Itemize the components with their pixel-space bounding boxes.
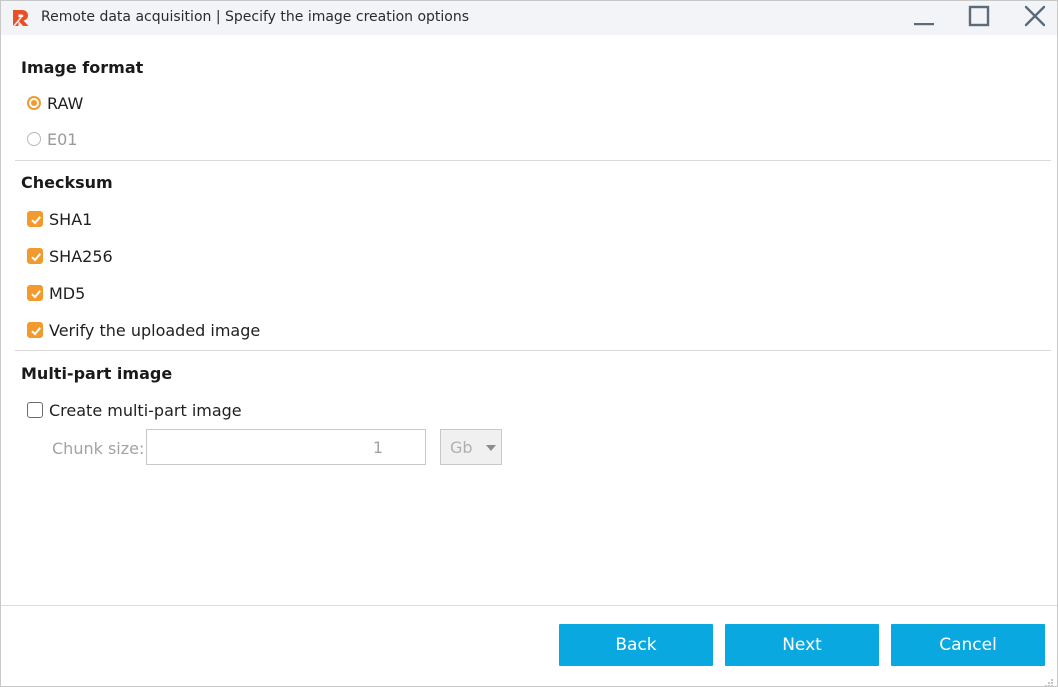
verify-image-label: Verify the uploaded image <box>49 320 261 340</box>
sha256-checkbox[interactable] <box>27 248 43 264</box>
create-multipart-checkbox-option[interactable]: Create multi-part image <box>27 399 242 421</box>
chunk-unit-select: Gb <box>440 429 502 465</box>
title-bar[interactable]: Remote data acquisition | Specify the im… <box>1 1 1057 35</box>
multipart-heading: Multi-part image <box>21 364 173 383</box>
chunk-size-label: Chunk size: <box>52 439 145 458</box>
checksum-heading: Checksum <box>21 173 113 192</box>
verify-image-checkbox-option[interactable]: Verify the uploaded image <box>27 319 260 341</box>
next-button[interactable]: Next <box>725 624 879 666</box>
e01-radio-option: E01 <box>27 128 77 150</box>
create-multipart-label: Create multi-part image <box>49 400 242 420</box>
verify-image-checkbox[interactable] <box>27 322 43 338</box>
sha256-label: SHA256 <box>49 246 113 266</box>
dialog-window: Remote data acquisition | Specify the im… <box>0 0 1058 687</box>
footer-divider <box>1 605 1057 606</box>
e01-radio-label: E01 <box>47 129 78 149</box>
caret-down-icon <box>486 445 496 451</box>
close-button[interactable] <box>1010 1 1057 35</box>
checkmark-icon <box>31 290 41 299</box>
back-button[interactable]: Back <box>559 624 713 666</box>
maximize-icon <box>968 5 990 31</box>
checkmark-icon <box>31 253 41 262</box>
chunk-unit-value: Gb <box>450 438 473 457</box>
close-icon <box>1024 5 1046 31</box>
minimize-button[interactable] <box>899 1 949 35</box>
sha1-checkbox-option[interactable]: SHA1 <box>27 208 92 230</box>
window-title: Remote data acquisition | Specify the im… <box>41 9 470 25</box>
resize-grip-icon[interactable] <box>1044 673 1054 686</box>
sha1-checkbox[interactable] <box>27 211 43 227</box>
raw-radio[interactable] <box>27 96 41 110</box>
app-logo-icon <box>11 8 31 28</box>
sha1-label: SHA1 <box>49 209 93 229</box>
raw-radio-label: RAW <box>47 93 84 113</box>
md5-checkbox-option[interactable]: MD5 <box>27 282 85 304</box>
chunk-size-input <box>146 429 426 465</box>
image-format-heading: Image format <box>21 58 144 77</box>
maximize-button[interactable] <box>954 1 1004 35</box>
checkmark-icon <box>31 216 41 225</box>
md5-label: MD5 <box>49 283 86 303</box>
sha256-checkbox-option[interactable]: SHA256 <box>27 245 113 267</box>
e01-radio <box>27 132 41 146</box>
md5-checkbox[interactable] <box>27 285 43 301</box>
create-multipart-checkbox[interactable] <box>27 402 43 418</box>
minimize-icon <box>913 5 935 31</box>
section-divider <box>15 350 1051 351</box>
section-divider <box>15 160 1051 161</box>
checkmark-icon <box>31 327 41 336</box>
cancel-button[interactable]: Cancel <box>891 624 1045 666</box>
raw-radio-option[interactable]: RAW <box>27 92 83 114</box>
